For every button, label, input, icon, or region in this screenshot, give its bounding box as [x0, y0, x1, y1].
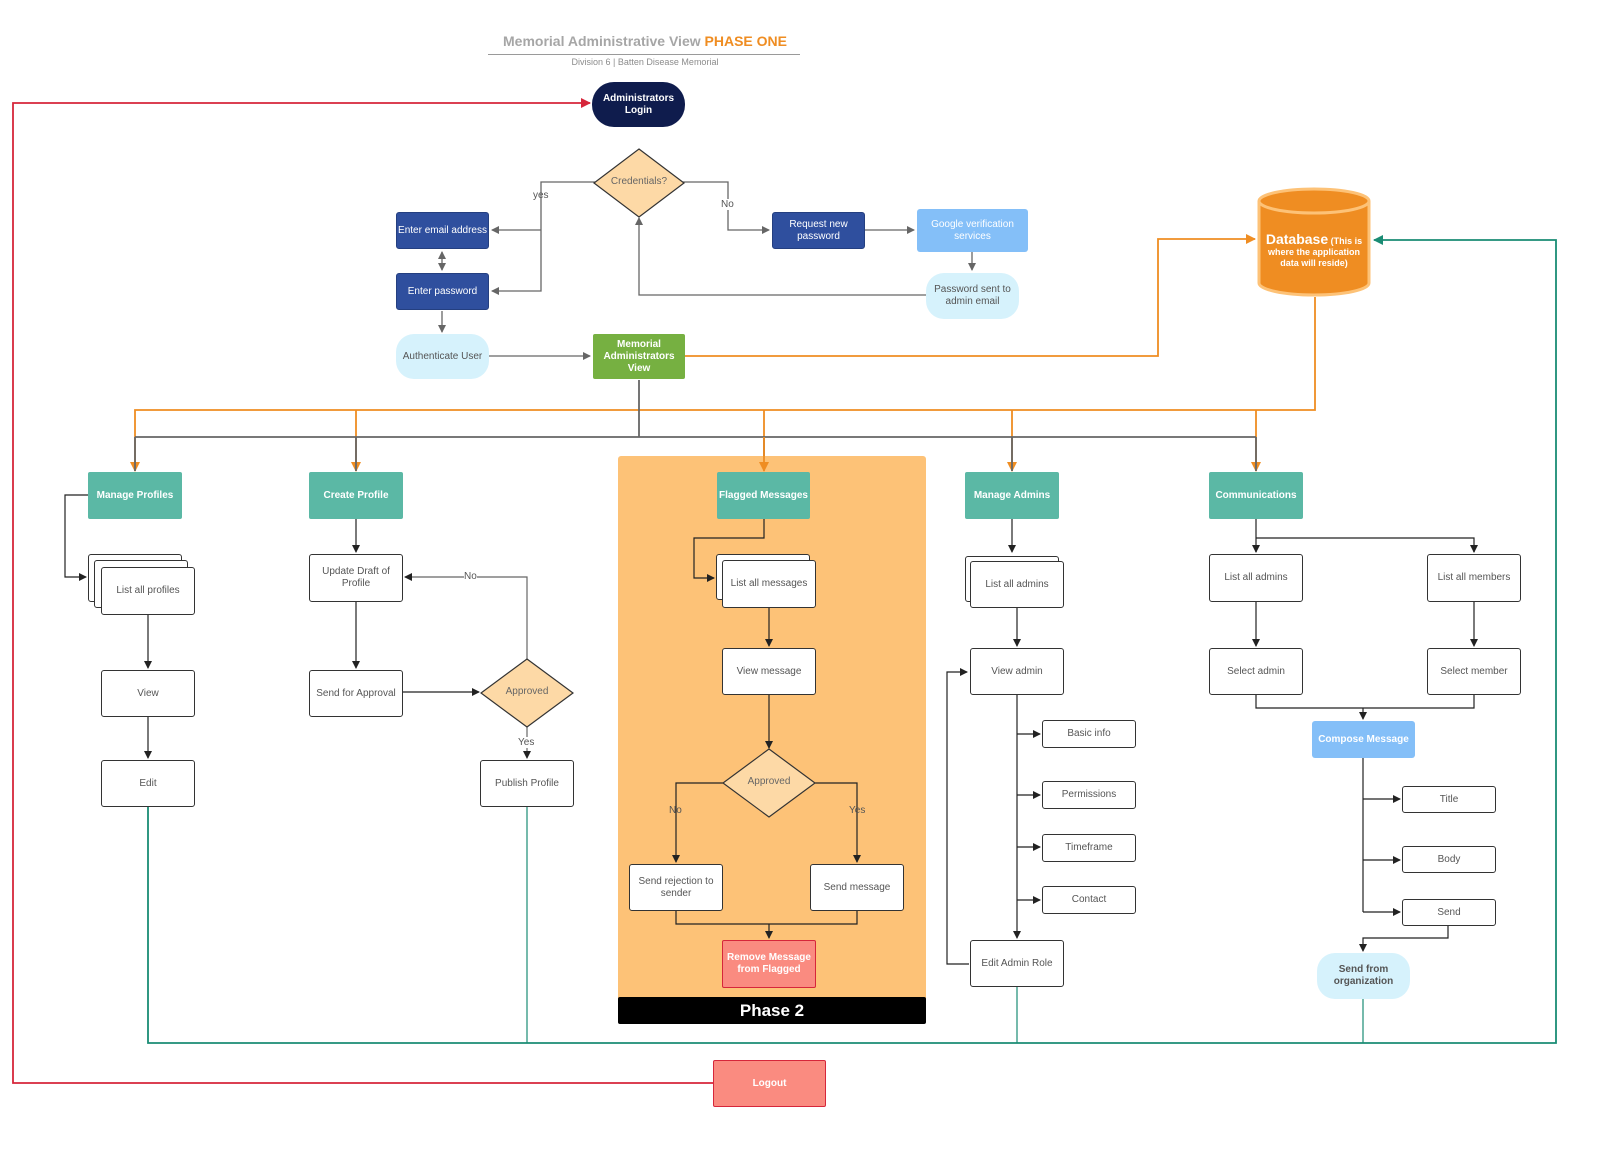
view-message-node[interactable]: View message	[722, 648, 816, 695]
message-approved-label: Approved	[747, 776, 791, 787]
list-admins-node[interactable]: List all admins	[970, 561, 1064, 608]
manage-admins-node[interactable]: Manage Admins	[965, 472, 1059, 519]
send-field-node[interactable]: Send	[1402, 899, 1496, 926]
send-message-node[interactable]: Send message	[810, 864, 904, 911]
comms-list-members-node[interactable]: List all members	[1427, 554, 1521, 602]
msg-no-line	[672, 782, 723, 863]
body-field-node[interactable]: Body	[1402, 846, 1496, 873]
list-messages-node[interactable]: List all messages	[722, 560, 816, 608]
view-admin-node[interactable]: View admin	[970, 648, 1064, 695]
msg-yes-line	[815, 782, 861, 863]
timeframe-node[interactable]: Timeframe	[1042, 834, 1136, 862]
contact-node[interactable]: Contact	[1042, 886, 1136, 914]
no-label: No	[669, 805, 682, 816]
communications-node[interactable]: Communications	[1209, 472, 1303, 519]
basic-info-node[interactable]: Basic info	[1042, 720, 1136, 748]
to-remove-line	[675, 911, 858, 938]
send-rejection-node[interactable]: Send rejection to sender	[629, 864, 723, 911]
remove-message-node[interactable]: Remove Message from Flagged	[722, 940, 816, 988]
logout-button[interactable]: Logout	[713, 1060, 826, 1107]
send-from-org-node[interactable]: Send from organization	[1317, 953, 1410, 999]
flagged-messages-node[interactable]: Flagged Messages	[717, 472, 810, 519]
title-field-node[interactable]: Title	[1402, 786, 1496, 813]
compose-message-node[interactable]: Compose Message	[1312, 721, 1415, 758]
select-admin-node[interactable]: Select admin	[1209, 648, 1303, 695]
permissions-node[interactable]: Permissions	[1042, 781, 1136, 809]
yes-label: Yes	[849, 805, 866, 816]
comms-list-admins-node[interactable]: List all admins	[1209, 554, 1303, 602]
select-member-node[interactable]: Select member	[1427, 648, 1521, 695]
edit-admin-role-node[interactable]: Edit Admin Role	[970, 940, 1064, 987]
